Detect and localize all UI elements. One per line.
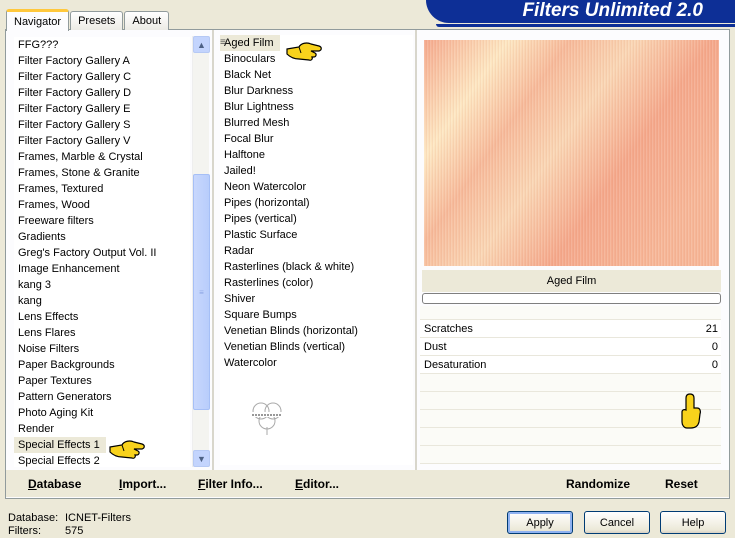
category-scrollbar[interactable]: ▲ ≡ ▼ <box>192 36 210 467</box>
category-item[interactable]: Image Enhancement <box>14 261 190 277</box>
category-item[interactable]: Freeware filters <box>14 213 190 229</box>
param-empty <box>420 428 721 446</box>
category-item[interactable]: Lens Flares <box>14 325 190 341</box>
filter-item[interactable]: Radar <box>220 243 413 259</box>
cancel-button[interactable]: Cancel <box>584 511 650 534</box>
preview-image-art <box>424 40 719 266</box>
category-item[interactable]: Paper Backgrounds <box>14 357 190 373</box>
selected-filter-name: Aged Film <box>422 270 721 292</box>
filter-item[interactable]: Plastic Surface <box>220 227 413 243</box>
reset-button[interactable]: Reset <box>665 477 698 491</box>
scroll-up-button[interactable]: ▲ <box>193 36 210 53</box>
filter-item[interactable]: Black Net <box>220 67 413 83</box>
category-item[interactable]: Filter Factory Gallery C <box>14 69 190 85</box>
filter-item[interactable]: Blurred Mesh <box>220 115 413 131</box>
category-item[interactable]: kang 3 <box>14 277 190 293</box>
category-item[interactable]: Frames, Marble & Crystal <box>14 149 190 165</box>
tab-about[interactable]: About <box>124 11 170 30</box>
category-item[interactable]: Photo Aging Kit <box>14 405 190 421</box>
app-title: Filters Unlimited 2.0 <box>522 0 703 21</box>
chevron-up-icon: ▲ <box>197 39 206 50</box>
database-button[interactable]: Database <box>28 477 81 491</box>
filter-item[interactable]: Watercolor <box>220 355 413 371</box>
filter-item[interactable]: Square Bumps <box>220 307 413 323</box>
filter-item[interactable]: Shiver <box>220 291 413 307</box>
chevron-down-icon: ▼ <box>197 453 206 464</box>
tab-presets[interactable]: Presets <box>70 11 124 30</box>
pointing-hand-icon <box>109 440 145 459</box>
filter-item[interactable]: Blur Darkness <box>220 83 413 99</box>
help-button[interactable]: Help <box>660 511 726 534</box>
tab-bar: Navigator Presets About <box>6 8 170 31</box>
category-item[interactable]: Special Effects 2 <box>14 453 190 467</box>
filter-item[interactable]: Venetian Blinds (vertical) <box>220 339 413 355</box>
parameter-list: Scratches 21 Dust 0 Desaturation 0 <box>420 320 721 464</box>
category-item[interactable]: Greg's Factory Output Vol. II <box>14 245 190 261</box>
divider <box>415 30 417 470</box>
category-item[interactable]: Frames, Textured <box>14 181 190 197</box>
category-list[interactable]: FFG??? Filter Factory Gallery A Filter Fac… <box>14 37 190 467</box>
filter-item[interactable]: Venetian Blinds (horizontal) <box>220 323 413 339</box>
category-item[interactable]: Paper Textures <box>14 373 190 389</box>
status-filters: Filters: 575 <box>8 525 84 537</box>
randomize-button[interactable]: Randomize <box>566 477 630 491</box>
scroll-down-button[interactable]: ▼ <box>193 450 210 467</box>
category-item[interactable]: Render <box>14 421 190 437</box>
scroll-thumb[interactable]: ≡ <box>193 174 210 410</box>
preview-image <box>424 40 719 266</box>
category-item[interactable]: Pattern Generators <box>14 389 190 405</box>
editor-button[interactable]: Editor... <box>295 477 339 491</box>
filter-item[interactable]: Neon Watercolor <box>220 179 413 195</box>
category-item[interactable]: Filter Factory Gallery A <box>14 53 190 69</box>
category-item[interactable]: Noise Filters <box>14 341 190 357</box>
watermark-logo-icon <box>250 402 284 435</box>
tab-navigator[interactable]: Navigator <box>6 9 70 31</box>
param-empty <box>420 392 721 410</box>
param-dust[interactable]: Dust 0 <box>420 338 721 356</box>
pointing-hand-up-icon <box>681 393 701 429</box>
divider <box>212 30 214 470</box>
drag-handle-icon: ≡ <box>220 37 226 48</box>
filter-item[interactable]: Rasterlines (color) <box>220 275 413 291</box>
category-item[interactable]: Filter Factory Gallery E <box>14 101 190 117</box>
filter-item[interactable]: Jailed! <box>220 163 413 179</box>
category-item[interactable]: Lens Effects <box>14 309 190 325</box>
app-title-banner: Filters Unlimited 2.0 <box>426 0 735 23</box>
param-spacer <box>420 306 721 320</box>
category-item[interactable]: Filter Factory Gallery D <box>14 85 190 101</box>
filter-item[interactable]: Pipes (horizontal) <box>220 195 413 211</box>
filter-info-button[interactable]: Filter Info... <box>198 477 263 491</box>
pointing-hand-icon <box>286 42 322 61</box>
category-item[interactable]: Frames, Wood <box>14 197 190 213</box>
category-item[interactable]: Filter Factory Gallery S <box>14 117 190 133</box>
category-item[interactable]: kang <box>14 293 190 309</box>
filter-item[interactable]: Focal Blur <box>220 131 413 147</box>
param-empty <box>420 446 721 464</box>
category-item[interactable]: Filter Factory Gallery V <box>14 133 190 149</box>
banner-underline <box>436 24 735 27</box>
filter-item[interactable]: Rasterlines (black & white) <box>220 259 413 275</box>
param-desaturation[interactable]: Desaturation 0 <box>420 356 721 374</box>
grip-icon: ≡ <box>199 287 204 297</box>
param-empty <box>420 374 721 392</box>
import-button[interactable]: Import... <box>119 477 166 491</box>
category-item[interactable]: Gradients <box>14 229 190 245</box>
progress-bar <box>422 293 721 304</box>
category-item[interactable]: Special Effects 1 <box>14 437 190 453</box>
filter-item[interactable]: Blur Lightness <box>220 99 413 115</box>
category-item[interactable]: Frames, Stone & Granite <box>14 165 190 181</box>
param-empty <box>420 410 721 428</box>
category-item[interactable]: FFG??? <box>14 37 190 53</box>
status-database: Database: ICNET-Filters <box>8 512 131 524</box>
param-scratches[interactable]: Scratches 21 <box>420 320 721 338</box>
filter-item[interactable]: Halftone <box>220 147 413 163</box>
filter-item[interactable]: Pipes (vertical) <box>220 211 413 227</box>
apply-button[interactable]: Apply <box>507 511 573 534</box>
